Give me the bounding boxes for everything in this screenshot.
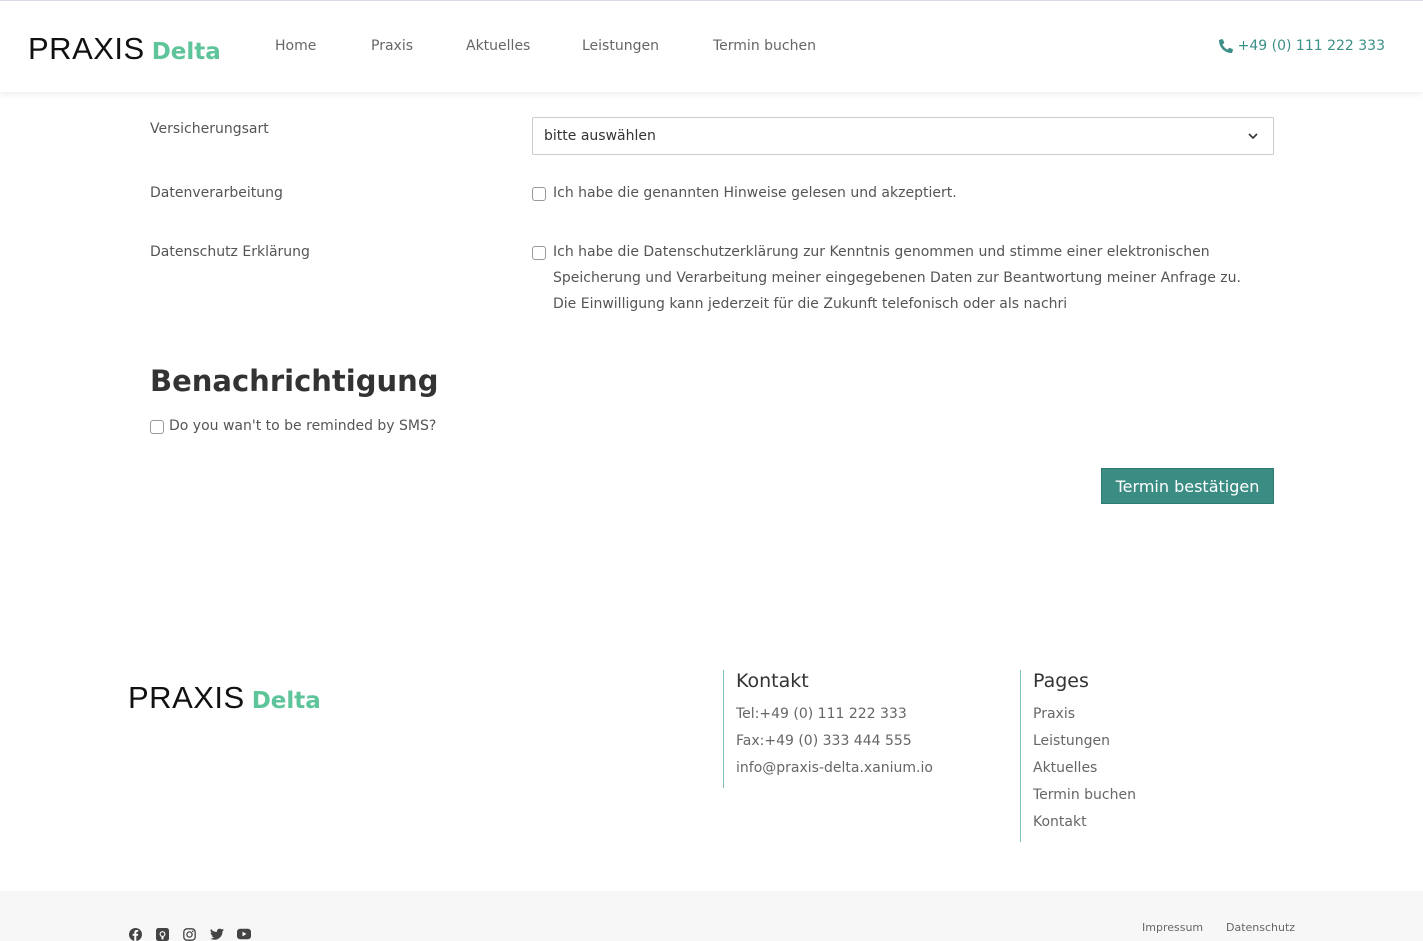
facebook-icon[interactable] (129, 928, 143, 941)
footer-link-praxis[interactable]: Praxis (1033, 701, 1136, 728)
header-logo[interactable]: PRAXIS Delta (28, 31, 221, 67)
logo-word-praxis: PRAXIS (28, 31, 145, 66)
footer-pages-title: Pages (1033, 670, 1089, 692)
nav-home[interactable]: Home (275, 38, 316, 54)
sms-reminder-checkbox[interactable] (150, 420, 164, 434)
privacy-text-line: Speicherung und Verarbeitung meiner eing… (553, 270, 1241, 286)
nav-leistungen[interactable]: Leistungen (582, 38, 659, 54)
notification-title: Benachrichtigung (150, 364, 439, 398)
twitter-icon[interactable] (210, 928, 224, 941)
footer-pages: Pages Praxis Leistungen Aktuelles Termin… (1020, 670, 1136, 842)
logo-word-delta: Delta (151, 39, 221, 65)
github-icon[interactable] (156, 928, 170, 941)
header-phone-number: +49 (0) 111 222 333 (1237, 38, 1385, 54)
footer-link-aktuelles[interactable]: Aktuelles (1033, 755, 1136, 782)
privacy-text-line: Ich habe die Datenschutzerklärung zur Ke… (553, 244, 1210, 260)
footer-contact-tel: Tel:+49 (0) 111 222 333 (736, 706, 907, 722)
privacy-checkbox[interactable] (532, 246, 546, 260)
header-phone-link[interactable]: +49 (0) 111 222 333 (1218, 38, 1385, 54)
footer-contact: Kontakt Tel:+49 (0) 111 222 333 Fax:+49 … (723, 670, 933, 788)
nav-praxis[interactable]: Praxis (371, 38, 413, 54)
footer-logo[interactable]: PRAXIS Delta (128, 680, 321, 716)
nav-aktuelles[interactable]: Aktuelles (466, 38, 530, 54)
youtube-icon[interactable] (237, 928, 251, 941)
site-header: PRAXIS Delta Home Praxis Aktuelles Leist… (0, 0, 1423, 92)
nav-termin-buchen[interactable]: Termin buchen (713, 38, 816, 54)
footer-link-leistungen[interactable]: Leistungen (1033, 728, 1136, 755)
phone-icon (1218, 39, 1233, 53)
logo-word-delta: Delta (251, 688, 321, 714)
logo-word-praxis: PRAXIS (128, 680, 245, 715)
insurance-select[interactable]: bitte auswählen (532, 117, 1274, 155)
insurance-label: Versicherungsart (150, 121, 269, 137)
privacy-label: Datenschutz Erklärung (150, 244, 310, 260)
footer-link-termin-buchen[interactable]: Termin buchen (1033, 782, 1136, 809)
bottom-bar: Impressum Datenschutz (0, 891, 1423, 941)
footer-link-kontakt[interactable]: Kontakt (1033, 809, 1136, 836)
sms-reminder-text: Do you wan't to be reminded by SMS? (169, 418, 437, 434)
footer-contact-email[interactable]: info@praxis-delta.xanium.io (736, 755, 933, 782)
page: PRAXIS Delta Home Praxis Aktuelles Leist… (0, 0, 1423, 941)
chevron-down-icon (1248, 133, 1258, 140)
instagram-icon[interactable] (183, 928, 197, 941)
privacy-text-line: Die Einwilligung kann jederzeit für die … (553, 296, 1068, 312)
privacy-text: Ich habe die Datenschutzerklärung zur Ke… (553, 239, 1273, 317)
data-processing-label: Datenverarbeitung (150, 185, 283, 201)
social-links (129, 928, 251, 941)
confirm-appointment-button[interactable]: Termin bestätigen (1101, 468, 1274, 504)
data-processing-text: Ich habe die genannten Hinweise gelesen … (553, 185, 957, 201)
footer-contact-fax: Fax:+49 (0) 333 444 555 (736, 733, 912, 749)
insurance-selected-value: bitte auswählen (544, 128, 656, 144)
footer-link-datenschutz[interactable]: Datenschutz (1226, 921, 1295, 934)
data-processing-checkbox[interactable] (532, 187, 546, 201)
footer-link-impressum[interactable]: Impressum (1142, 921, 1203, 934)
footer-contact-title: Kontakt (736, 670, 809, 692)
